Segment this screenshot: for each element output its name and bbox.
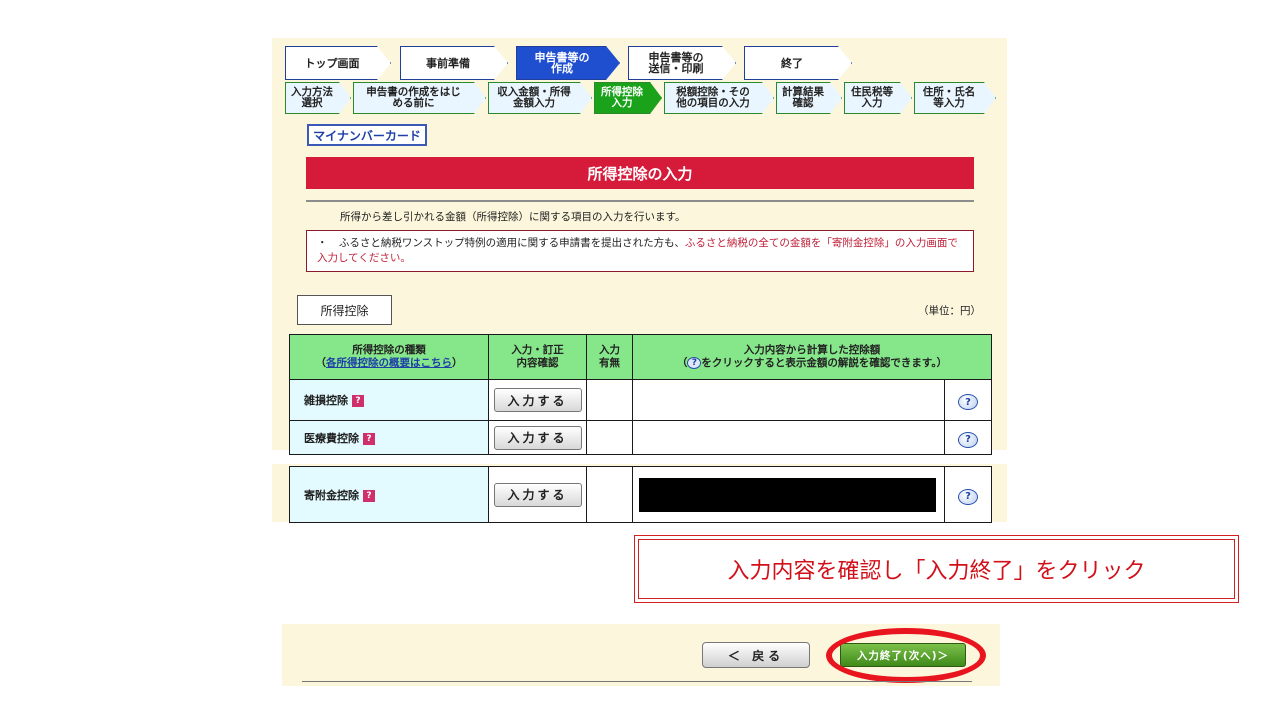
step-top[interactable]: トップ画面 bbox=[285, 46, 391, 80]
row-amount bbox=[632, 379, 945, 421]
overview-link[interactable]: 各所得控除の概要はこちら bbox=[326, 357, 452, 369]
row-label: 医療費控除? bbox=[289, 420, 489, 455]
notice-text: ふるさと納税ワンストップ特例の適用に関する申請書を提出された方も、 bbox=[338, 237, 685, 249]
question-icon[interactable]: ? bbox=[363, 432, 375, 445]
input-button-kifu[interactable]: 入力する bbox=[493, 482, 582, 507]
mynumber-card-button[interactable]: マイナンバーカード bbox=[307, 124, 427, 146]
deduction-table: 所得控除の種類 （各所得控除の概要はこちら） 入力・訂正 内容確認 入力 有無 入力… bbox=[289, 334, 993, 455]
table-row: 寄附金控除? 入力する ? bbox=[289, 466, 992, 523]
redacted-amount bbox=[639, 477, 936, 512]
deduction-table-kifu: 寄附金控除? 入力する ? bbox=[289, 466, 992, 523]
substep-income[interactable]: 収入金額・所得 金額入力 bbox=[488, 82, 592, 114]
page-title: 所得控除の入力 bbox=[306, 157, 974, 189]
table-header: 所得控除の種類 （各所得控除の概要はこちら） 入力・訂正 内容確認 入力 有無 入力… bbox=[289, 334, 993, 380]
question-icon[interactable]: ? bbox=[363, 489, 375, 502]
unit-label: （単位：円） bbox=[918, 305, 981, 317]
header-type: 所得控除の種類 （各所得控除の概要はこちら） bbox=[289, 334, 489, 380]
row-label: 雑損控除? bbox=[289, 379, 489, 421]
substep-result[interactable]: 計算結果 確認 bbox=[776, 82, 842, 114]
notice-bullet: ・ bbox=[317, 237, 328, 249]
highlight-ring bbox=[826, 628, 986, 683]
help-icon[interactable]: ? bbox=[958, 394, 978, 411]
table-row: 医療費控除? 入力する ? bbox=[289, 420, 993, 455]
input-button-medical[interactable]: 入力する bbox=[493, 425, 582, 450]
input-button-zasson[interactable]: 入力する bbox=[493, 388, 582, 412]
header-input: 入力・訂正 内容確認 bbox=[488, 334, 587, 380]
help-icon[interactable]: ? bbox=[958, 431, 978, 448]
intro-text: 所得から差し引かれる金額（所得控除）に関する項目の入力を行います。 bbox=[340, 211, 686, 223]
table-row: 雑損控除? 入力する ? bbox=[289, 379, 993, 421]
row-amount bbox=[632, 420, 945, 455]
row-button-cell: 入力する bbox=[488, 420, 587, 455]
row-help: ? bbox=[943, 420, 993, 455]
instruction-callout: 入力内容を確認し「入力終了」をクリック bbox=[634, 535, 1239, 603]
row-amount bbox=[632, 466, 945, 523]
substep-input-method[interactable]: 入力方法 選択 bbox=[285, 82, 351, 114]
row-button-cell: 入力する bbox=[488, 379, 587, 421]
row-help: ? bbox=[943, 379, 993, 421]
help-icon: ? bbox=[687, 357, 702, 369]
row-help: ? bbox=[944, 466, 992, 523]
section-tab: 所得控除 bbox=[297, 295, 392, 325]
step-prep[interactable]: 事前準備 bbox=[400, 46, 508, 80]
divider bbox=[306, 200, 974, 202]
substep-before-start[interactable]: 申告書の作成をはじ める前に bbox=[353, 82, 486, 114]
divider bbox=[302, 681, 972, 682]
substep-resident-tax[interactable]: 住民税等 入力 bbox=[844, 82, 912, 114]
substep-deduction[interactable]: 所得控除 入力 bbox=[594, 82, 662, 114]
back-button[interactable]: ＜ 戻る bbox=[702, 642, 810, 668]
header-presence: 入力 有無 bbox=[586, 334, 633, 380]
row-button-cell: 入力する bbox=[488, 466, 587, 523]
row-presence bbox=[586, 420, 633, 455]
help-icon[interactable]: ? bbox=[958, 488, 978, 505]
notice-box: ・ ふるさと納税ワンストップ特例の適用に関する申請書を提出された方も、ふるさと納… bbox=[306, 230, 974, 272]
row-presence bbox=[586, 379, 633, 421]
substep-address-name[interactable]: 住所・氏名 等入力 bbox=[914, 82, 996, 114]
row-presence bbox=[586, 466, 633, 523]
step-send-print[interactable]: 申告書等の 送信・印刷 bbox=[628, 46, 736, 80]
step-finish[interactable]: 終了 bbox=[744, 46, 852, 80]
step-create[interactable]: 申告書等の 作成 bbox=[516, 46, 620, 80]
substep-tax-credit[interactable]: 税額控除・その 他の項目の入力 bbox=[664, 82, 774, 114]
row-label: 寄附金控除? bbox=[289, 466, 489, 523]
header-amount: 入力内容から計算した控除額 （? をクリックすると表示金額の解説を確認できます。） bbox=[631, 334, 993, 380]
question-icon[interactable]: ? bbox=[352, 395, 364, 407]
